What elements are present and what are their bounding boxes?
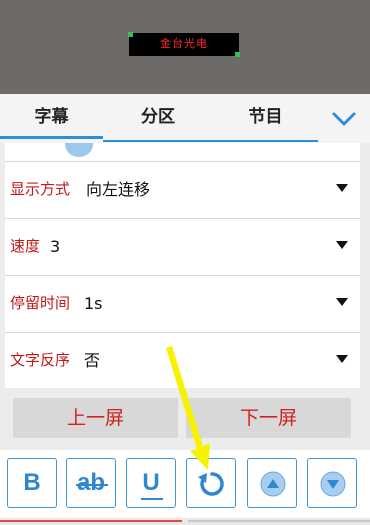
dropdown-arrow-icon[interactable] [336, 241, 348, 249]
display-mode-value: 向左连移 [86, 180, 151, 199]
dropdown-arrow-icon[interactable] [336, 355, 348, 363]
tab-subtitle[interactable]: 字幕 [0, 94, 103, 140]
stay-time-value: 1s [84, 294, 103, 313]
strikethrough-button[interactable]: ab [66, 458, 116, 508]
arrow-down-circle-icon [320, 471, 346, 497]
next-screen-button[interactable]: 下一屏 [186, 398, 351, 438]
row-label: 停留时间 [10, 294, 71, 312]
tab-program[interactable]: 节目 [213, 94, 318, 140]
format-toolbar: B ab U [0, 450, 370, 525]
partially-visible-row [5, 143, 360, 161]
bold-button[interactable]: B [7, 458, 57, 508]
bottom-indicator-active [0, 520, 182, 522]
tab-divider-line [103, 140, 318, 142]
chevron-down-icon[interactable] [326, 107, 362, 131]
row-label: 文字反序 [10, 351, 71, 369]
previous-screen-button[interactable]: 上一屏 [13, 398, 178, 438]
text-reverse-value: 否 [84, 351, 101, 370]
dropdown-arrow-icon[interactable] [336, 298, 348, 306]
underline-button[interactable]: U [126, 458, 176, 508]
bold-label: B [23, 469, 41, 496]
led-text: 金台光电 [160, 37, 208, 50]
resize-handle-bottom-right[interactable] [235, 52, 240, 57]
move-up-button[interactable] [247, 458, 297, 508]
reset-button[interactable] [186, 458, 236, 508]
arrow-up-circle-icon [260, 471, 286, 497]
strike-line-icon [76, 484, 108, 486]
row-speed[interactable]: 速度 3 [5, 218, 360, 274]
bottom-indicator-strip [0, 518, 370, 525]
bottom-indicator-inactive [188, 520, 370, 522]
active-tab-indicator [0, 136, 103, 139]
underline-bar-icon [141, 498, 163, 500]
led-preview-area: 金台光电 [0, 0, 370, 94]
settings-list: 显示方式 向左连移 速度 3 停留时间 1s 文字反序 否 [5, 143, 360, 388]
move-down-button[interactable] [307, 458, 357, 508]
row-label: 速度 [10, 237, 41, 255]
tab-partition[interactable]: 分区 [103, 94, 213, 140]
slider-knob[interactable] [65, 143, 93, 157]
led-screen[interactable]: 金台光电 [128, 32, 240, 57]
row-text-reverse[interactable]: 文字反序 否 [5, 332, 360, 388]
speed-value: 3 [50, 237, 61, 256]
refresh-icon [198, 472, 224, 496]
row-label: 显示方式 [10, 180, 71, 198]
row-stay-time[interactable]: 停留时间 1s [5, 275, 360, 331]
row-display-mode[interactable]: 显示方式 向左连移 [5, 161, 360, 217]
dropdown-arrow-icon[interactable] [336, 184, 348, 192]
